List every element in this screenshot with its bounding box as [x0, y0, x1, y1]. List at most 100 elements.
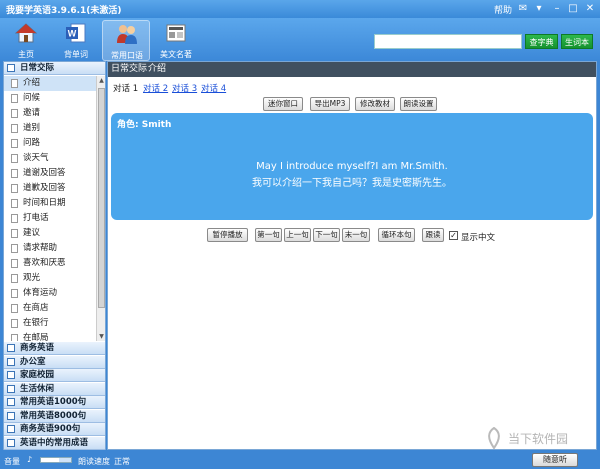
toolbar-words-button[interactable]: W 背单词: [52, 20, 100, 61]
document-icon: [11, 154, 18, 163]
maximize-icon[interactable]: □: [566, 2, 580, 15]
toolbar-spoken-button[interactable]: 常用口语: [102, 20, 150, 61]
document-icon: [11, 109, 18, 118]
next-sentence-button[interactable]: 下一句: [313, 228, 340, 242]
sidebar-subitem[interactable]: 道谢及回答: [4, 166, 96, 181]
breadcrumb: 日常交际 介绍: [108, 62, 596, 77]
document-icon: [11, 184, 18, 193]
toolbar-home-button[interactable]: 主页: [2, 20, 50, 61]
sidebar-scrollbar[interactable]: ▲ ▼: [96, 76, 105, 341]
loop-sentence-button[interactable]: 循环本句: [378, 228, 415, 242]
sidebar-subitem-label: 道谢及回答: [23, 168, 66, 178]
random-listen-button[interactable]: 随意听: [532, 453, 578, 467]
sidebar-subitem[interactable]: 在邮局: [4, 331, 96, 341]
sidebar-category-label: 商务英语: [20, 343, 55, 353]
document-icon: [11, 229, 18, 238]
app-window: 我要学英语3.9.6.1(未激活) 帮助 ✉ ▾ – □ ✕ 主页 W 背单词: [0, 0, 600, 469]
sidebar-subitem[interactable]: 道歉及回答: [4, 181, 96, 196]
sidebar-subitem[interactable]: 邀请: [4, 106, 96, 121]
last-sentence-button[interactable]: 末一句: [342, 228, 370, 242]
pause-button[interactable]: 暂停播放: [207, 228, 248, 242]
sidebar-category-label: 生活休闲: [20, 383, 55, 394]
sidebar-subitem[interactable]: 谈天气: [4, 151, 96, 166]
folder-icon: [7, 438, 15, 447]
sidebar-subitem[interactable]: 道别: [4, 121, 96, 136]
sidebar-subitem[interactable]: 介绍: [4, 76, 96, 91]
speed-label: 朗读速度: [78, 457, 110, 466]
document-icon: [11, 334, 18, 341]
document-icon: [11, 94, 18, 103]
minimize-icon[interactable]: –: [550, 2, 564, 15]
sidebar-subitem[interactable]: 问路: [4, 136, 96, 151]
sidebar-category[interactable]: 常用英语8000句: [4, 409, 105, 423]
sidebar-subitem[interactable]: 体育运动: [4, 286, 96, 301]
dialog-tab-4[interactable]: 对话 4: [201, 82, 226, 94]
show-chinese-checkbox[interactable]: ✓: [449, 231, 458, 240]
dialog-tab-3[interactable]: 对话 3: [172, 82, 197, 94]
sidebar-category[interactable]: 常用英语1000句: [4, 396, 105, 409]
sidebar-subitem[interactable]: 在银行: [4, 316, 96, 331]
scrollbar-thumb[interactable]: [98, 88, 105, 308]
sidebar-category-label: 商务英语900句: [20, 424, 81, 434]
sidebar-subitem[interactable]: 喜欢和厌恶: [4, 256, 96, 271]
sidebar-category[interactable]: 办公室: [4, 355, 105, 369]
dialog-tab-2[interactable]: 对话 2: [143, 82, 168, 94]
skin-icon[interactable]: ✉: [516, 2, 530, 15]
speed-value: 正常: [114, 457, 130, 466]
sidebar-category[interactable]: 商务英语: [4, 342, 105, 355]
first-sentence-button[interactable]: 第一句: [255, 228, 282, 242]
dropdown-icon[interactable]: ▾: [532, 2, 546, 15]
scroll-down-icon[interactable]: ▼: [97, 332, 106, 341]
document-icon: [11, 244, 18, 253]
toolbar-articles-button[interactable]: 美文名著: [152, 20, 200, 61]
watermark-text: 当下软件园: [508, 432, 569, 446]
dialog-tab-1[interactable]: 对话 1: [113, 82, 138, 94]
sidebar-category[interactable]: 商务英语900句: [4, 423, 105, 436]
toolbar-articles-label: 美文名著: [160, 50, 192, 59]
sidebar-subitem[interactable]: 在商店: [4, 301, 96, 316]
toolbar-home-label: 主页: [18, 50, 34, 59]
sidebar-subitem-label: 体育运动: [23, 288, 58, 298]
sidebar-subitem-label: 道歉及回答: [23, 183, 66, 193]
close-icon[interactable]: ✕: [583, 2, 597, 15]
reading-settings-button[interactable]: 朗读设置: [400, 97, 437, 111]
mini-window-button[interactable]: 迷你窗口: [263, 97, 303, 111]
status-bar: 音量 ♪ 朗读速度 正常: [0, 452, 600, 469]
export-mp3-button[interactable]: 导出MP3: [310, 97, 350, 111]
folder-icon: [7, 384, 15, 393]
sidebar-subitem[interactable]: 观光: [4, 271, 96, 286]
vocabulary-book-button[interactable]: 生词本: [561, 34, 593, 49]
english-sentence: May I introduce myself?I am Mr.Smith.: [256, 161, 448, 172]
document-icon: [11, 124, 18, 133]
document-icon: [11, 274, 18, 283]
volume-slider[interactable]: [40, 457, 72, 463]
people-icon: [117, 25, 137, 44]
sidebar-subitem[interactable]: 时间和日期: [4, 196, 96, 211]
home-icon: [15, 23, 37, 43]
sentence-panel: 角色: Smith May I introduce myself?I am Mr…: [111, 113, 593, 220]
newspaper-icon: [166, 24, 186, 42]
show-chinese-label: 显示中文: [461, 233, 496, 243]
sidebar-subitem-label: 邀请: [23, 108, 41, 118]
sidebar-category[interactable]: 英语中的常用成语: [4, 436, 105, 450]
svg-text:W: W: [68, 29, 77, 39]
sidebar-category[interactable]: 生活休闲: [4, 382, 105, 396]
sidebar-subitem-label: 在商店: [23, 303, 49, 313]
search-input[interactable]: [374, 34, 522, 49]
follow-read-button[interactable]: 跟读: [422, 228, 444, 242]
scroll-up-icon[interactable]: ▲: [97, 76, 106, 85]
sidebar-subitem-label: 打电话: [23, 213, 49, 223]
edit-material-button[interactable]: 修改教材: [355, 97, 395, 111]
sidebar-subitem[interactable]: 问候: [4, 91, 96, 106]
help-link[interactable]: 帮助: [494, 3, 512, 16]
previous-sentence-button[interactable]: 上一句: [284, 228, 311, 242]
sidebar-subitem[interactable]: 建议: [4, 226, 96, 241]
folder-icon: [7, 357, 15, 366]
sidebar-subitem[interactable]: 打电话: [4, 211, 96, 226]
sidebar-subitem[interactable]: 请求帮助: [4, 241, 96, 256]
watermark: 当下软件园: [484, 425, 594, 451]
sidebar-category[interactable]: 家庭校园: [4, 369, 105, 382]
sidebar-subitem-label: 时间和日期: [23, 198, 66, 208]
dictionary-search-button[interactable]: 查字典: [525, 34, 558, 49]
sidebar-category-label: 办公室: [20, 356, 46, 367]
